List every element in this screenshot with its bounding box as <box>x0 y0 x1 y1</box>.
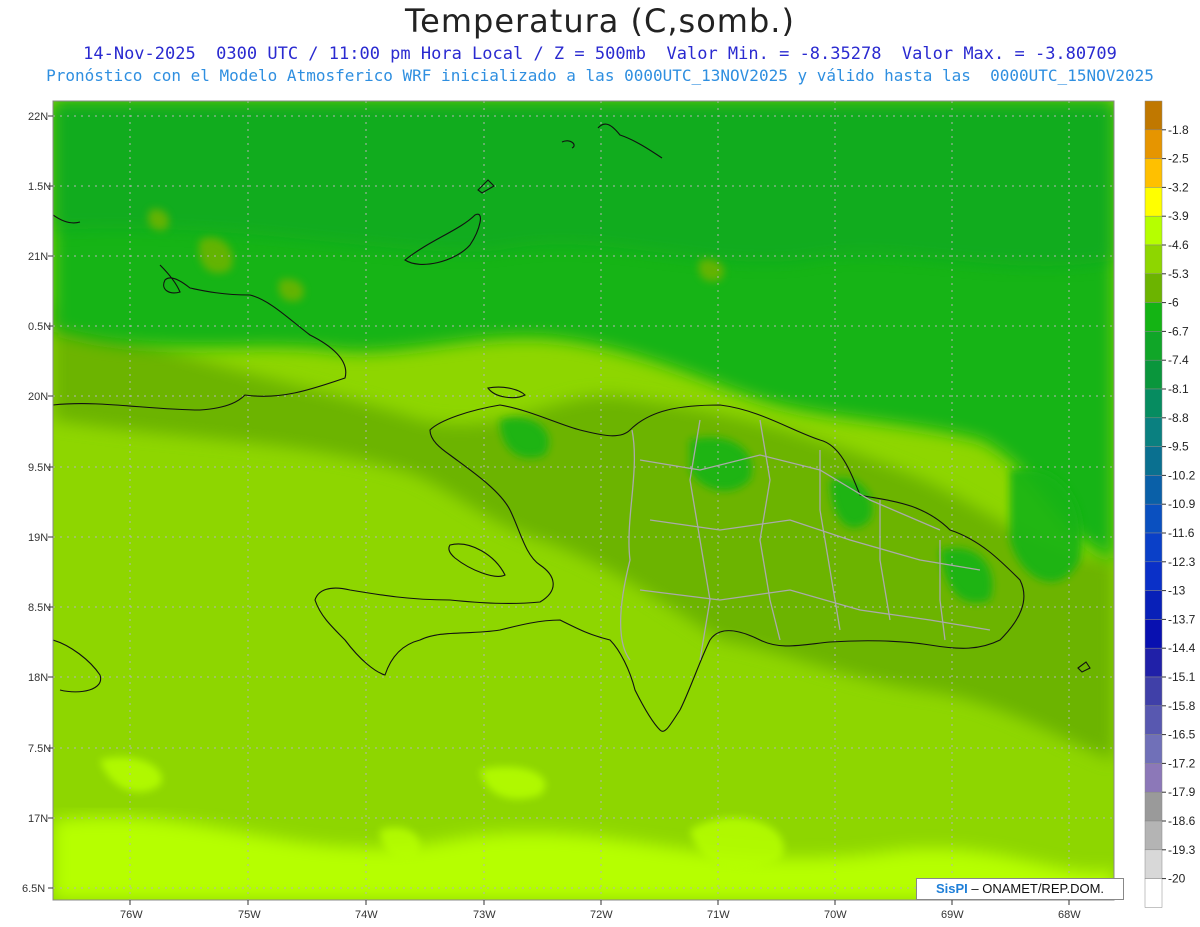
lon-label: 72W <box>590 909 613 921</box>
weather-map: 22N 1.5N 21N 0.5N 20N 9.5N 19N 8.5N 18N … <box>22 100 1196 921</box>
colorbar-swatch <box>1144 187 1163 217</box>
colorbar-swatch <box>1144 647 1163 678</box>
colorbar-label: -15.1 <box>1168 670 1196 684</box>
colorbar-label: -20 <box>1168 872 1186 886</box>
colorbar-swatch <box>1144 763 1163 793</box>
colorbar-label: -17.9 <box>1168 785 1196 799</box>
colorbar-swatch <box>1144 244 1163 275</box>
lon-label: 75W <box>238 909 261 921</box>
lat-label: 18N <box>28 672 48 684</box>
colorbar-label: -15.8 <box>1168 699 1196 713</box>
lon-label: 68W <box>1058 909 1081 921</box>
lat-label: 17N <box>28 813 48 825</box>
colorbar-label: -18.6 <box>1168 814 1196 828</box>
colorbar-label: -11.6 <box>1168 526 1195 540</box>
lat-label: 20N <box>28 391 48 403</box>
colorbar-swatch <box>1144 129 1163 159</box>
colorbar-swatch <box>1144 849 1163 879</box>
colorbar-label: -3.9 <box>1168 209 1189 223</box>
colorbar-label: -3.2 <box>1168 180 1189 194</box>
sispi-logo: SisPI <box>935 881 968 896</box>
colorbar-label: -4.6 <box>1168 238 1189 252</box>
latitude-axis: 22N 1.5N 21N 0.5N 20N 9.5N 19N 8.5N 18N … <box>22 111 53 895</box>
colorbar-label: -13.7 <box>1168 612 1196 626</box>
colorbar-swatch <box>1144 820 1163 851</box>
colorbar-swatch <box>1144 705 1163 735</box>
colorbar-label: -6 <box>1168 296 1179 310</box>
lon-label: 69W <box>941 909 964 921</box>
colorbar-label: -5.3 <box>1168 267 1189 281</box>
lat-label: 6.5N <box>22 883 45 895</box>
colorbar-swatch <box>1144 619 1163 649</box>
colorbar-label: -17.2 <box>1168 756 1196 770</box>
temperature-field <box>53 101 1114 900</box>
colorbar-label: -6.7 <box>1168 324 1189 338</box>
colorbar-label: -2.5 <box>1168 152 1189 166</box>
colorbar-swatch <box>1144 302 1163 332</box>
credit-box: SisPI – ONAMET/REP.DOM. <box>916 878 1124 900</box>
lat-label: 0.5N <box>28 321 51 333</box>
lat-label: 1.5N <box>28 181 51 193</box>
colorbar-swatch <box>1144 590 1163 620</box>
lat-label: 19N <box>28 532 48 544</box>
colorbar-swatch <box>1144 273 1163 303</box>
lon-label: 76W <box>120 909 143 921</box>
colorbar-label: -8.8 <box>1168 411 1189 425</box>
colorbar-label: -10.2 <box>1168 468 1196 482</box>
colorbar-label: -16.5 <box>1168 728 1196 742</box>
colorbar-label: -1.8 <box>1168 123 1189 137</box>
colorbar-swatch <box>1144 417 1163 447</box>
lon-label: 70W <box>824 909 847 921</box>
colorbar-label: -10.9 <box>1168 497 1196 511</box>
lon-label: 74W <box>355 909 378 921</box>
colorbar-swatch <box>1144 734 1163 764</box>
lon-label: 71W <box>707 909 730 921</box>
colorbar-swatch <box>1144 503 1163 534</box>
colorbar-swatch <box>1144 158 1163 188</box>
colorbar-label: -8.1 <box>1168 382 1189 396</box>
colorbar-swatch <box>1144 100 1163 131</box>
lat-label: 9.5N <box>28 462 51 474</box>
colorbar-swatch <box>1144 359 1163 390</box>
colorbar-swatch <box>1144 331 1163 361</box>
colorbar-label: -19.3 <box>1168 843 1196 857</box>
colorbar-swatch <box>1144 532 1163 563</box>
colorbar-swatch <box>1144 791 1163 822</box>
lat-label: 21N <box>28 251 48 263</box>
colorbar-label: -13 <box>1168 584 1186 598</box>
longitude-axis: 76W 75W 74W 73W 72W 71W 70W 69W 68W <box>120 900 1081 921</box>
lon-label: 73W <box>473 909 496 921</box>
lat-label: 7.5N <box>28 743 51 755</box>
credit-text: – ONAMET/REP.DOM. <box>971 881 1105 896</box>
colorbar-label: -12.3 <box>1168 555 1196 569</box>
colorbar-swatch <box>1144 676 1163 707</box>
colorbar-label: -7.4 <box>1168 353 1189 367</box>
colorbar-swatch <box>1144 446 1163 476</box>
colorbar: -1.8 -2.5 -3.2 -3.9 -4.6 -5.3 -6 -6.7 -7.4 -8.1 -8… <box>1144 100 1196 908</box>
lat-label: 22N <box>28 111 48 123</box>
colorbar-label: -14.4 <box>1168 641 1196 655</box>
colorbar-swatch <box>1144 388 1163 419</box>
colorbar-label: -9.5 <box>1168 440 1189 454</box>
colorbar-swatch <box>1144 561 1163 591</box>
colorbar-swatch <box>1144 215 1163 246</box>
lat-label: 8.5N <box>28 602 51 614</box>
colorbar-swatch <box>1144 475 1163 505</box>
colorbar-swatch <box>1144 878 1163 908</box>
